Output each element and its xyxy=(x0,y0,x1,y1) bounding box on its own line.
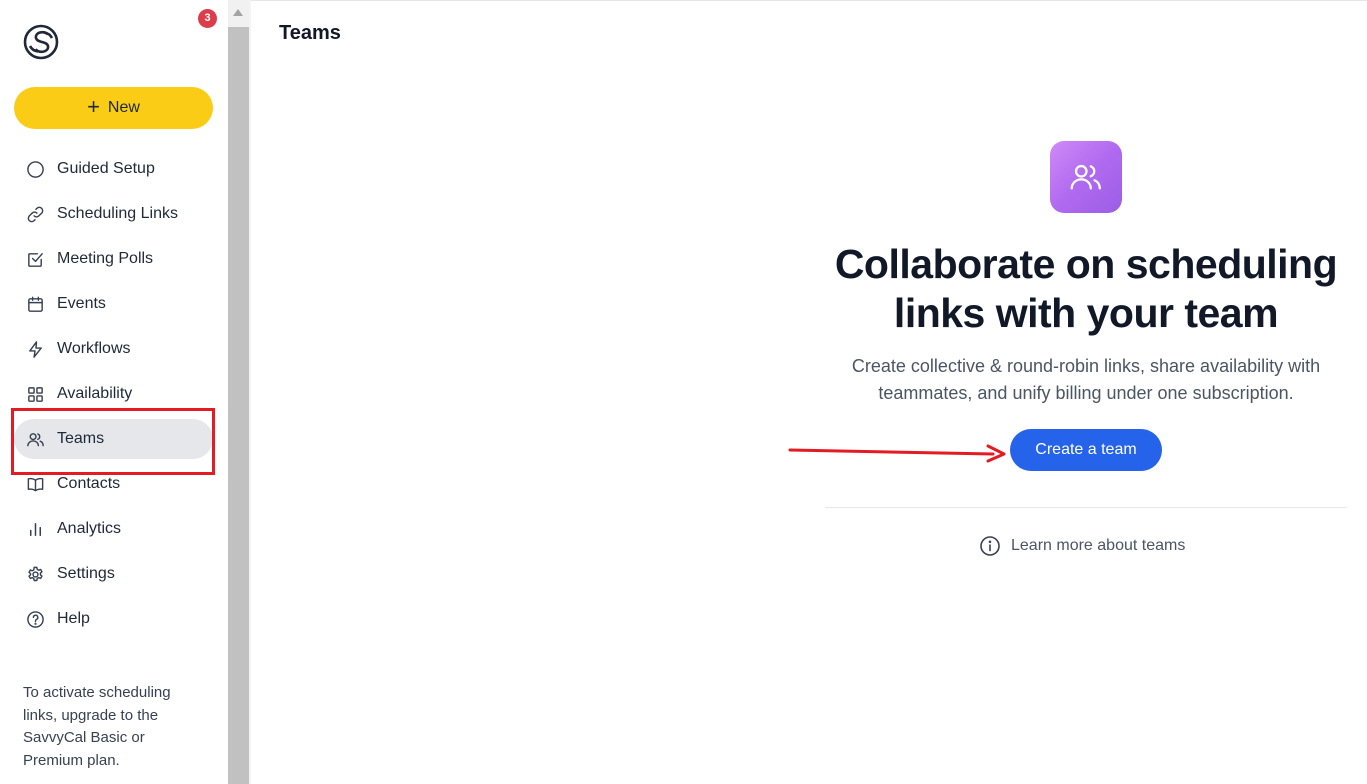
sidebar-item-teams[interactable]: Teams xyxy=(14,419,213,459)
bar-chart-icon xyxy=(29,522,42,536)
sidebar-item-label: Analytics xyxy=(57,520,122,537)
hero-title: Collaborate on scheduling links with you… xyxy=(834,241,1338,336)
create-team-button[interactable]: Create a team xyxy=(1010,429,1162,471)
sidebar-item-events[interactable]: Events xyxy=(14,284,213,324)
sidebar-item-label: Guided Setup xyxy=(57,160,155,177)
lightning-icon xyxy=(29,340,42,358)
sidebar-item-workflows[interactable]: Workflows xyxy=(14,329,213,369)
sidebar-divider xyxy=(249,0,251,784)
teams-hero-icon xyxy=(1050,141,1122,213)
book-icon xyxy=(27,477,44,491)
sidebar-item-analytics[interactable]: Analytics xyxy=(14,509,213,549)
page-title: Teams xyxy=(279,22,341,44)
header-divider xyxy=(251,0,1367,1)
hero-description: Create collective & round-robin links, s… xyxy=(851,356,1321,403)
new-button[interactable]: + New xyxy=(14,87,213,129)
sidebar-item-label: Teams xyxy=(57,430,105,447)
sidebar-item-settings[interactable]: Settings xyxy=(14,554,213,594)
sidebar-item-label: Contacts xyxy=(57,475,121,492)
help-circle-icon xyxy=(27,610,44,628)
info-icon xyxy=(980,536,1000,556)
sidebar-item-label: Availability xyxy=(57,385,133,402)
plus-icon: + xyxy=(87,94,100,119)
learn-more-link[interactable]: Learn more about teams xyxy=(979,535,1185,557)
sidebar-nav: Guided Setup Scheduling Links Meeting Po… xyxy=(14,149,213,644)
upgrade-note: To activate scheduling links, upgrade to… xyxy=(23,684,171,769)
checkbox-icon xyxy=(28,252,43,267)
sidebar-item-label: Help xyxy=(57,610,90,627)
sidebar-item-guided-setup[interactable]: Guided Setup xyxy=(14,149,213,189)
red-arrow-annotation xyxy=(788,444,1006,463)
sidebar-item-label: Scheduling Links xyxy=(57,205,178,222)
sidebar-item-help[interactable]: Help xyxy=(14,599,213,639)
scroll-up-arrow-icon xyxy=(233,9,243,16)
sidebar-item-scheduling-links[interactable]: Scheduling Links xyxy=(14,194,213,234)
link-icon xyxy=(27,206,44,222)
users-icon xyxy=(1070,164,1101,190)
sidebar-scrollbar[interactable] xyxy=(228,0,249,784)
sidebar-item-label: Settings xyxy=(57,565,115,582)
grid-icon xyxy=(28,386,43,402)
sidebar-item-contacts[interactable]: Contacts xyxy=(14,464,213,504)
learn-more-label: Learn more about teams xyxy=(1011,537,1186,554)
notification-badge[interactable]: 3 xyxy=(198,9,217,28)
scrollbar-up-button[interactable] xyxy=(228,0,249,27)
section-divider xyxy=(825,507,1347,508)
gear-icon xyxy=(28,566,43,581)
sidebar-item-label: Workflows xyxy=(57,340,131,357)
sidebar-item-label: Events xyxy=(57,295,106,312)
sidebar-item-availability[interactable]: Availability xyxy=(14,374,213,414)
sidebar-item-label: Meeting Polls xyxy=(57,250,154,267)
new-button-label: New xyxy=(107,99,140,116)
sidebar-item-meeting-polls[interactable]: Meeting Polls xyxy=(14,239,213,279)
users-icon xyxy=(27,432,44,446)
sidebar: 3 + New Guided Setup Scheduling Links Me… xyxy=(0,0,228,784)
savvycal-logo-icon[interactable] xyxy=(22,22,60,62)
circle-icon xyxy=(27,160,44,178)
calendar-icon xyxy=(28,296,43,312)
